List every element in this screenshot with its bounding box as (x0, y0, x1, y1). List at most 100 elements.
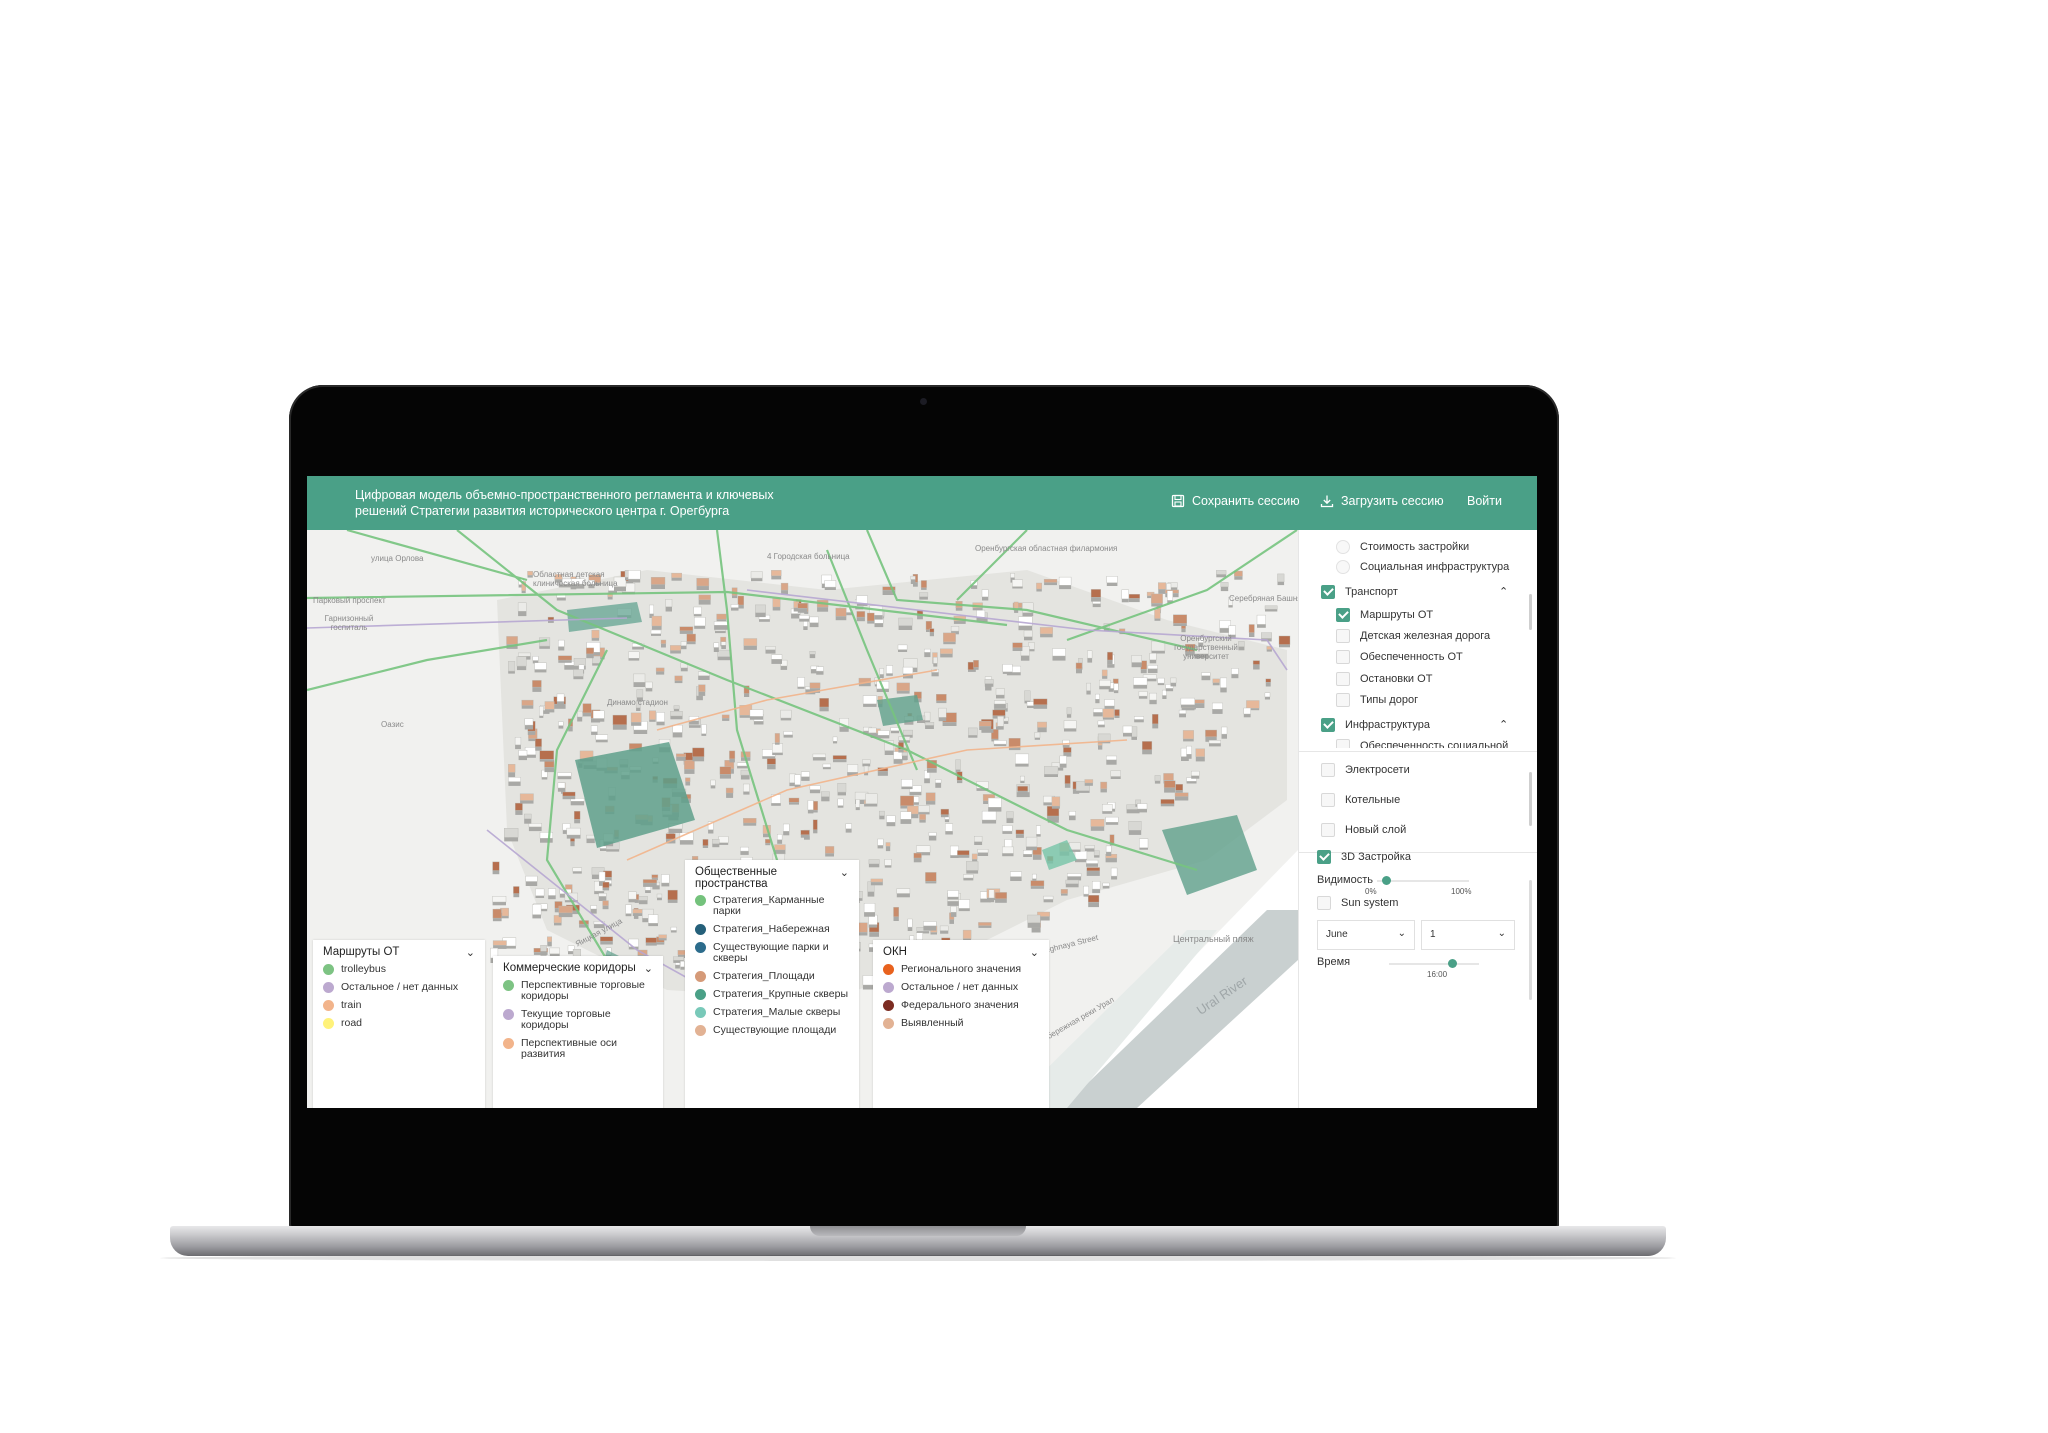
building (774, 844, 786, 851)
building-side (540, 838, 553, 843)
building-side (855, 807, 860, 811)
checkbox[interactable] (1336, 629, 1350, 643)
checkbox[interactable] (1336, 650, 1350, 664)
building-side (972, 859, 978, 862)
checkbox[interactable] (1321, 793, 1335, 807)
scrollbar[interactable] (1529, 772, 1532, 826)
building (863, 903, 876, 913)
chevron-down-icon[interactable]: ⌄ (466, 946, 475, 959)
legend-swatch (503, 1009, 514, 1020)
radio-button[interactable] (1336, 560, 1350, 574)
building-side (648, 923, 658, 927)
time-slider-thumb[interactable] (1448, 959, 1457, 968)
layer-new[interactable]: Новый слой (1321, 823, 1406, 837)
building-side (856, 617, 865, 622)
chevron-down-icon[interactable]: ⌄ (644, 962, 653, 975)
building-side (1102, 717, 1114, 720)
chevron-up-icon[interactable]: ⌃ (1499, 718, 1508, 731)
checkbox[interactable] (1321, 718, 1335, 732)
radio-button[interactable] (1336, 540, 1350, 554)
login-button[interactable]: Войти (1467, 494, 1502, 508)
layer-social-coverage[interactable]: Обеспеченность социальной (1336, 739, 1508, 748)
building (670, 710, 683, 717)
layer-power-grid[interactable]: Электросети (1321, 763, 1410, 777)
building-side (685, 781, 691, 786)
month-select[interactable]: June ⌄ (1317, 920, 1415, 950)
group-transport[interactable]: Транспорт (1321, 585, 1398, 599)
building (845, 823, 852, 829)
building (1097, 733, 1111, 742)
building-side (1010, 876, 1022, 881)
checkbox[interactable] (1336, 693, 1350, 707)
building-side (1059, 763, 1067, 768)
chevron-down-icon[interactable]: ⌄ (1030, 946, 1039, 959)
visibility-slider-thumb[interactable] (1382, 876, 1392, 885)
label-hospital-4: 4 Городская больница (767, 552, 850, 561)
map-view[interactable]: Оренбургская областная филармония Оренбу… (307, 530, 1298, 1108)
time-slider[interactable] (1389, 963, 1479, 965)
layer-kids-railway[interactable]: Детская железная дорога (1336, 629, 1490, 643)
building (532, 680, 542, 688)
visibility-label: Видимость (1317, 874, 1373, 886)
layer-cost[interactable]: Стоимость застройки (1336, 540, 1469, 554)
legend-item: trolleybus (323, 964, 475, 975)
building-side (1170, 682, 1177, 687)
building (558, 721, 564, 726)
layer-transport-coverage[interactable]: Обеспеченность ОТ (1336, 650, 1463, 664)
building (885, 842, 891, 847)
building (855, 799, 861, 808)
layer-social[interactable]: Социальная инфраструктура (1336, 560, 1509, 574)
scrollbar[interactable] (1529, 880, 1532, 1000)
building (749, 709, 764, 717)
sun-system[interactable]: Sun system (1317, 896, 1398, 910)
label-garrison: Гарнизонный госпиталь (324, 614, 374, 632)
layer-3d-buildings[interactable]: 3D Застройка (1317, 850, 1411, 864)
building (661, 874, 670, 884)
load-session-button[interactable]: Загрузить сессию (1320, 494, 1444, 508)
checkbox[interactable] (1336, 608, 1350, 622)
building-side (1164, 787, 1176, 793)
chevron-up-icon[interactable]: ⌃ (1499, 585, 1508, 598)
building (809, 616, 819, 624)
checkbox[interactable] (1321, 763, 1335, 777)
building-side (539, 646, 550, 649)
building-side (978, 925, 992, 928)
scrollbar[interactable] (1529, 594, 1532, 630)
group-infrastructure[interactable]: Инфраструктура (1321, 718, 1430, 732)
building-side (562, 796, 576, 800)
day-select[interactable]: 1 ⌄ (1421, 920, 1515, 950)
legend-swatch (883, 1000, 894, 1011)
layer-routes[interactable]: Маршруты ОТ (1336, 608, 1433, 622)
building (984, 679, 994, 684)
checkbox[interactable] (1317, 850, 1331, 864)
building (862, 695, 877, 705)
building (1170, 677, 1177, 684)
building (1066, 707, 1072, 715)
building (673, 705, 680, 710)
layer-road-types[interactable]: Типы дорог (1336, 693, 1418, 707)
checkbox[interactable] (1317, 896, 1331, 910)
building (1095, 693, 1100, 700)
building-side (701, 733, 707, 736)
building-side (607, 596, 613, 600)
building (897, 644, 908, 650)
building (916, 845, 931, 853)
layer-stops[interactable]: Остановки ОТ (1336, 672, 1432, 686)
checkbox[interactable] (1336, 672, 1350, 686)
building (788, 797, 800, 803)
building (1063, 720, 1077, 729)
checkbox[interactable] (1336, 739, 1350, 748)
legend-public-spaces-list: Стратегия_Карманные парки Стратегия_Набер… (695, 895, 849, 1036)
building-side (520, 800, 534, 804)
chevron-down-icon[interactable]: ⌄ (840, 866, 849, 879)
building-side (1106, 759, 1117, 765)
save-session-button[interactable]: Сохранить сессию (1171, 494, 1300, 508)
checkbox[interactable] (1321, 823, 1335, 837)
layer-boilers[interactable]: Котельные (1321, 793, 1400, 807)
building (907, 918, 913, 928)
legend-item-label: road (341, 1017, 363, 1029)
building (1097, 720, 1106, 725)
building (651, 874, 659, 879)
checkbox[interactable] (1321, 585, 1335, 599)
building (524, 718, 534, 726)
